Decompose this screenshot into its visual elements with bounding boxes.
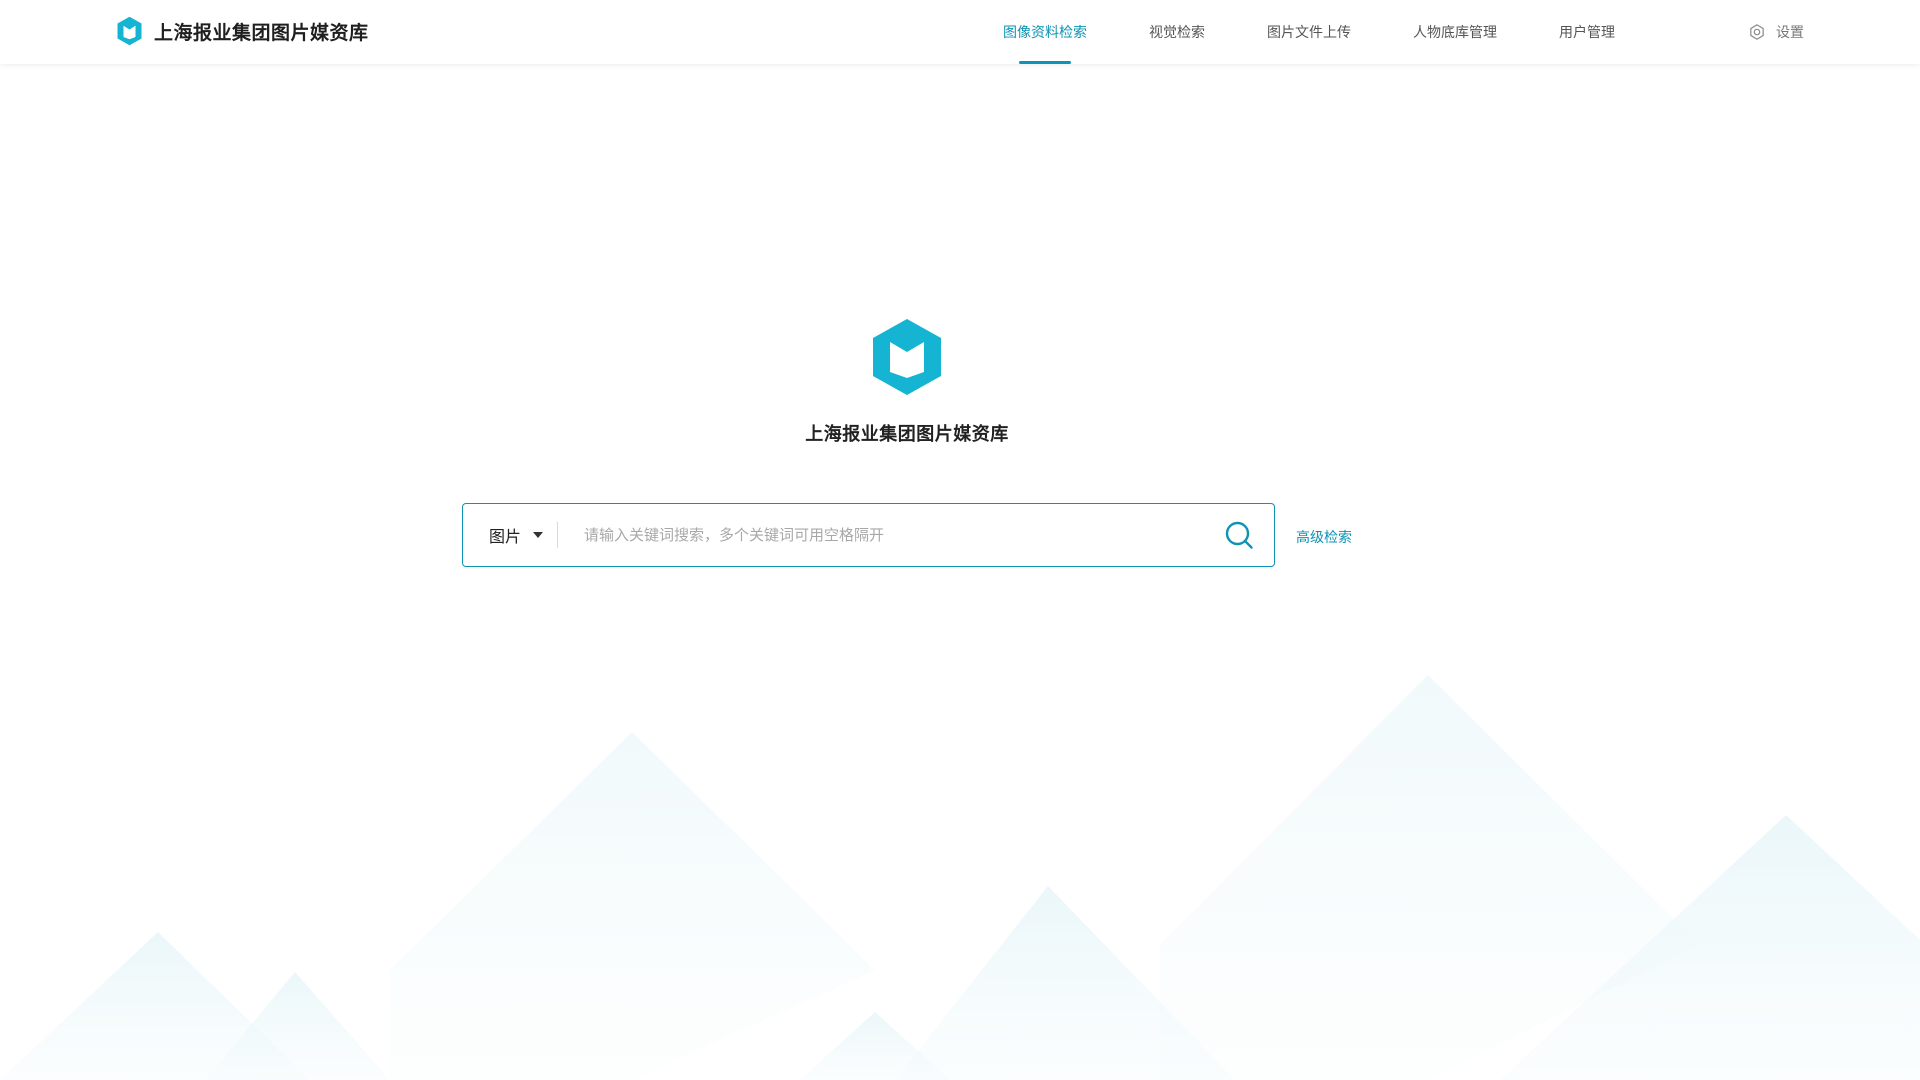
nav-item-label: 图像资料检索 (1003, 25, 1087, 41)
brand-title: 上海报业集团图片媒资库 (154, 21, 369, 44)
search-icon (1225, 521, 1253, 549)
search-type-dropdown[interactable]: 图片 (463, 504, 557, 566)
nav-item-label: 人物底库管理 (1413, 25, 1497, 41)
advanced-search-link[interactable]: 高级检索 (1296, 527, 1352, 547)
hero-logo-icon (873, 319, 941, 395)
search-box: 图片 (462, 503, 1275, 567)
nav-item-user-management[interactable]: 用户管理 (1528, 0, 1646, 64)
nav-item-label: 图片文件上传 (1267, 25, 1351, 41)
settings-label: 设置 (1776, 25, 1804, 41)
caret-down-icon (533, 532, 544, 538)
gear-icon (1750, 24, 1764, 40)
nav-item-label: 视觉检索 (1149, 25, 1205, 41)
nav-item-person-library[interactable]: 人物底库管理 (1382, 0, 1528, 64)
brand-logo-icon (117, 16, 142, 46)
nav-item-image-search[interactable]: 图像资料检索 (972, 0, 1118, 64)
hero-title: 上海报业集团图片媒资库 (805, 424, 1009, 445)
search-input[interactable] (558, 504, 1204, 566)
main-nav: 图像资料检索 视觉检索 图片文件上传 人物底库管理 用户管理 (972, 0, 1646, 64)
settings-button[interactable]: 设置 (1748, 0, 1804, 64)
nav-item-visual-search[interactable]: 视觉检索 (1118, 0, 1236, 64)
nav-item-upload[interactable]: 图片文件上传 (1236, 0, 1382, 64)
brand[interactable]: 上海报业集团图片媒资库 (116, 15, 369, 47)
top-navigation-bar: 上海报业集团图片媒资库 图像资料检索 视觉检索 图片文件上传 人物底库管理 用户… (0, 0, 1920, 64)
search-button[interactable] (1204, 504, 1274, 566)
nav-item-label: 用户管理 (1559, 25, 1615, 41)
search-type-value: 图片 (489, 527, 522, 546)
